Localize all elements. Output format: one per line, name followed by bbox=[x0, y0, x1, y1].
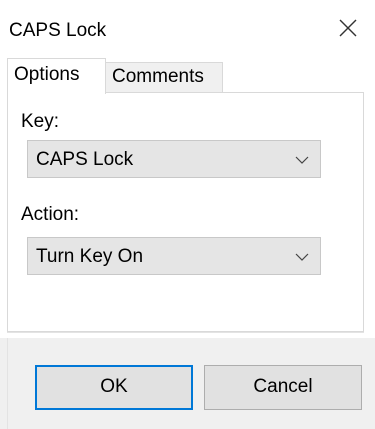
chevron-down-icon bbox=[294, 152, 310, 168]
key-select-value: CAPS Lock bbox=[36, 149, 134, 170]
window-title: CAPS Lock bbox=[9, 20, 107, 41]
title-bar: CAPS Lock bbox=[0, 0, 375, 62]
cancel-button[interactable]: Cancel bbox=[204, 365, 362, 410]
action-select-value: Turn Key On bbox=[36, 246, 144, 267]
close-icon[interactable] bbox=[338, 18, 358, 38]
footer-divider bbox=[7, 332, 364, 333]
tab-options[interactable]: Options bbox=[7, 58, 106, 94]
tab-comments-label: Comments bbox=[112, 66, 204, 87]
key-label: Key: bbox=[21, 111, 60, 132]
chevron-down-icon bbox=[294, 249, 310, 265]
ok-button-label: OK bbox=[100, 376, 128, 397]
key-select[interactable]: CAPS Lock bbox=[27, 140, 321, 178]
ok-button[interactable]: OK bbox=[35, 365, 193, 410]
action-select[interactable]: Turn Key On bbox=[27, 237, 321, 275]
action-label: Action: bbox=[21, 204, 80, 225]
footer-left-edge bbox=[7, 338, 8, 429]
tab-comments[interactable]: Comments bbox=[105, 62, 223, 92]
tab-options-label: Options bbox=[14, 64, 80, 85]
cancel-button-label: Cancel bbox=[253, 376, 313, 397]
